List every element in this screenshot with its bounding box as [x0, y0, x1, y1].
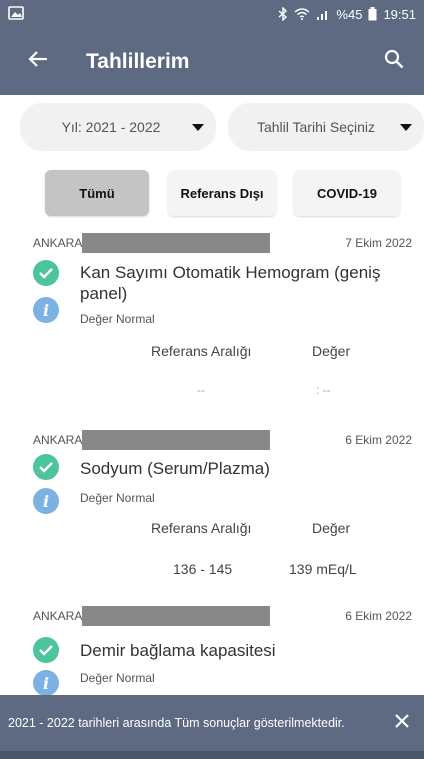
reference-range-header: Referans Aralığı: [151, 343, 252, 359]
result-city: ANKARA: [33, 609, 83, 623]
redacted-block: [82, 430, 271, 450]
page-title: Tahlillerim: [86, 49, 190, 73]
tab-covid-19[interactable]: COVID-19: [294, 170, 400, 216]
test-name: Demir bağlama kapasitesi: [80, 641, 276, 660]
result-item[interactable]: ANKARA 6 Ekim 2022 Sodyum (Serum/Plazma)…: [0, 430, 424, 600]
redacted-block: [82, 606, 271, 626]
app-bar: Tahlillerim: [0, 28, 424, 95]
filter-tabs: Tümü Referans Dışı COVID-19: [0, 170, 424, 218]
arrow-left-icon: [28, 50, 48, 73]
signal-icon: [316, 8, 330, 20]
result-header: ANKARA 7 Ekim 2022: [33, 233, 412, 253]
redacted-block: [82, 233, 271, 253]
result-city: ANKARA: [33, 433, 83, 447]
year-dropdown[interactable]: Yıl: 2021 - 2022: [20, 103, 216, 151]
banner-close-button[interactable]: [382, 703, 422, 743]
info-banner: 2021 - 2022 tarihleri arasında Tüm sonuç…: [0, 695, 424, 751]
chevron-down-icon: [400, 123, 412, 131]
result-item[interactable]: ANKARA 6 Ekim 2022 Demir bağlama kapasit…: [0, 606, 424, 696]
result-date: 6 Ekim 2022: [345, 609, 412, 623]
result-status: Değer Normal: [80, 312, 155, 326]
check-icon: [33, 454, 59, 480]
result-item[interactable]: ANKARA 7 Ekim 2022 Kan Sayımı Otomatik H…: [0, 233, 424, 423]
clock: 19:51: [383, 6, 416, 22]
info-icon[interactable]: i: [33, 488, 59, 514]
wifi-icon: [294, 8, 310, 20]
tab-out-of-reference[interactable]: Referans Dışı: [168, 170, 276, 216]
result-date: 6 Ekim 2022: [345, 433, 412, 447]
chevron-down-icon: [192, 123, 204, 131]
test-date-dropdown[interactable]: Tahlil Tarihi Seçiniz: [228, 103, 424, 151]
result-header: ANKARA 6 Ekim 2022: [33, 606, 412, 626]
check-icon: [33, 260, 59, 286]
battery-text: %45: [336, 6, 363, 22]
reference-range-value: --: [197, 383, 205, 397]
reference-range-header: Referans Aralığı: [151, 520, 252, 536]
result-date: 7 Ekim 2022: [345, 236, 412, 250]
status-bar: %45 19:51: [0, 0, 424, 28]
result-city: ANKARA: [33, 236, 83, 250]
bluetooth-icon: [278, 7, 288, 21]
image-icon: [8, 5, 24, 23]
test-name: Sodyum (Serum/Plazma): [80, 459, 270, 478]
info-icon[interactable]: i: [33, 297, 59, 323]
result-status: Değer Normal: [80, 671, 155, 685]
value-header: Değer: [312, 343, 351, 359]
banner-message: 2021 - 2022 tarihleri arasında Tüm sonuç…: [8, 715, 345, 730]
filter-row: Yıl: 2021 - 2022 Tahlil Tarihi Seçiniz: [0, 103, 424, 155]
info-icon[interactable]: i: [33, 670, 59, 696]
search-icon: [384, 49, 404, 74]
value-header: Değer: [312, 520, 351, 536]
battery-icon: [368, 7, 377, 21]
back-button[interactable]: [8, 32, 68, 92]
result-header: ANKARA 6 Ekim 2022: [33, 430, 412, 450]
reference-range-value: 136 - 145: [173, 561, 233, 577]
result-value: 139 mEq/L: [289, 561, 357, 577]
test-date-dropdown-label: Tahlil Tarihi Seçiniz: [256, 119, 375, 135]
tab-all[interactable]: Tümü: [45, 170, 149, 216]
screen-bottom-edge: [0, 751, 424, 759]
test-name: Kan Sayımı Otomatik Hemogram (geniş pane…: [80, 263, 381, 303]
search-button[interactable]: [370, 38, 418, 86]
check-icon: [33, 637, 59, 663]
close-icon: [394, 713, 410, 734]
year-dropdown-label: Yıl: 2021 - 2022: [61, 119, 161, 135]
result-status: Değer Normal: [80, 491, 155, 505]
result-value: : --: [316, 383, 331, 397]
